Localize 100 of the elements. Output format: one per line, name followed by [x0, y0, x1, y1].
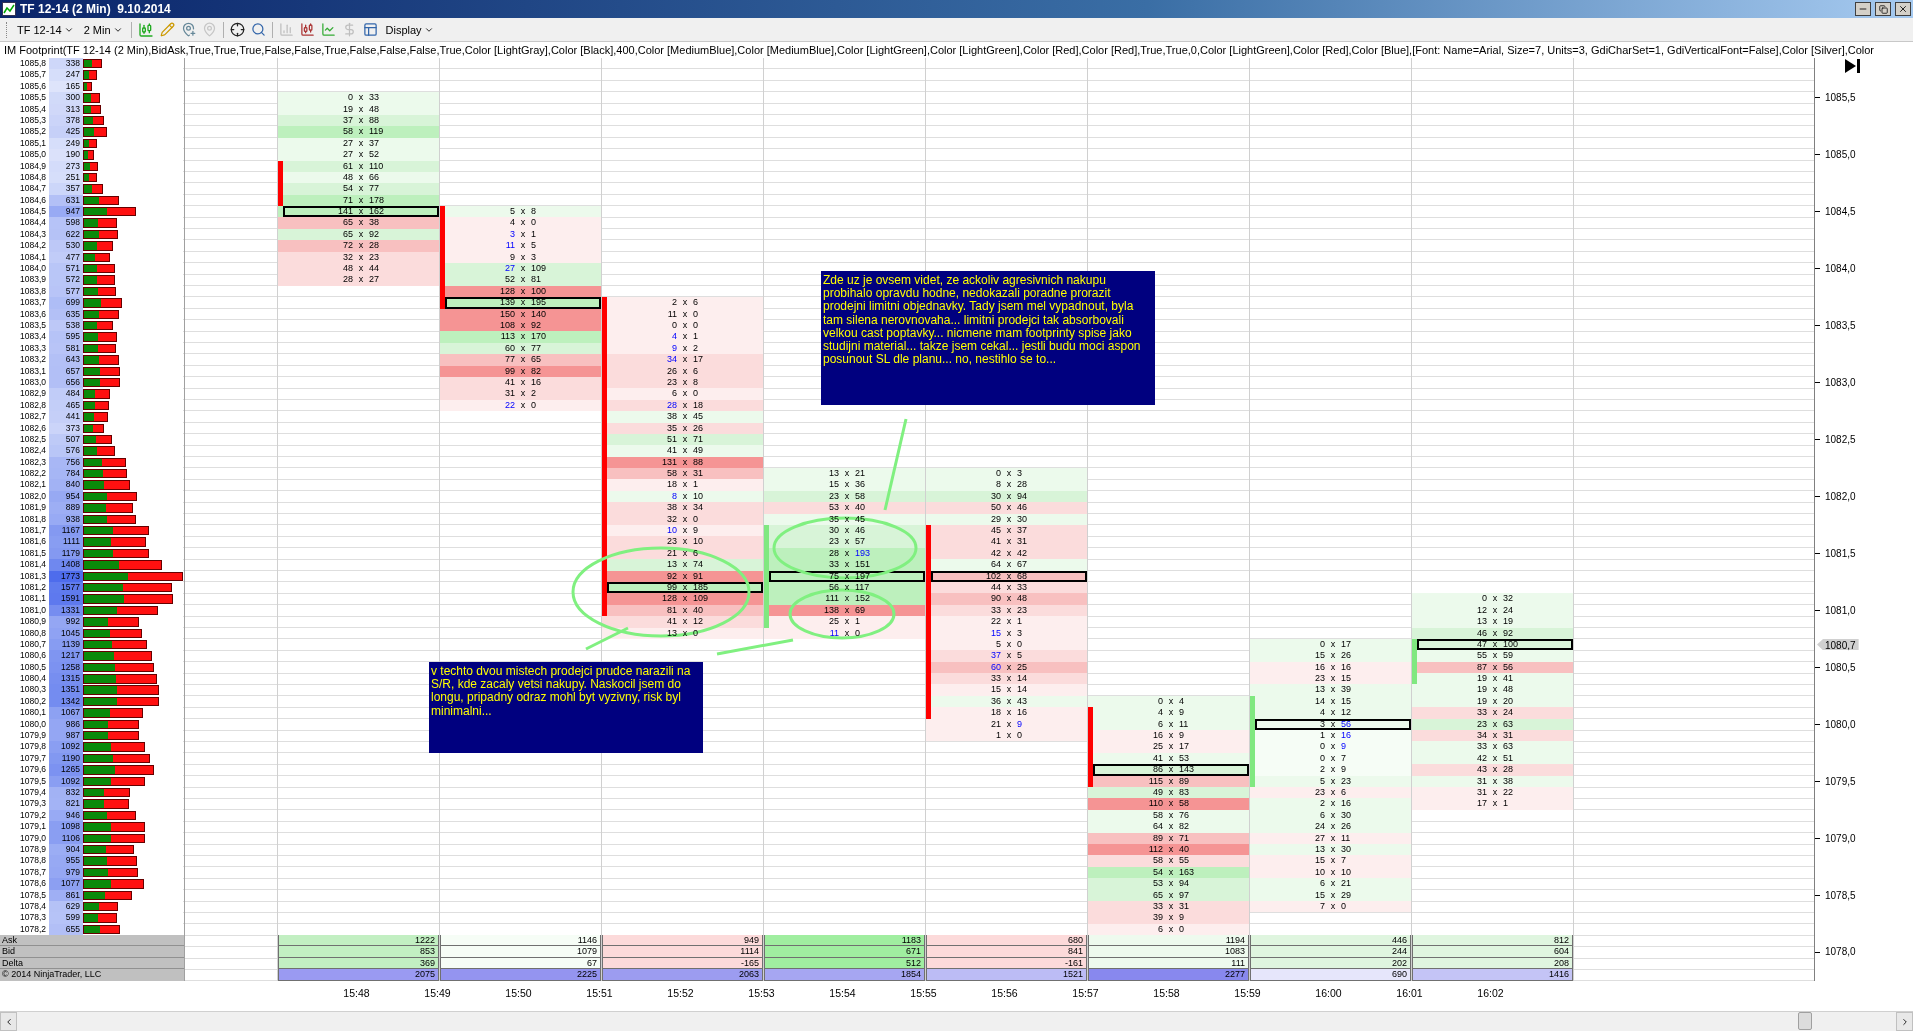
horizontal-scrollbar[interactable] — [0, 1011, 1913, 1032]
footprint-cell: 53 x 40 — [764, 502, 925, 514]
volume-cell: 1111 — [49, 536, 83, 548]
footprint-cell: 90 x 48 — [926, 593, 1087, 605]
volume-cell: 530 — [49, 240, 83, 252]
price-label: 1083,2 — [0, 354, 49, 366]
footprint-cell: 19 x 48 — [1412, 684, 1573, 696]
volume-cell: 1167 — [49, 525, 83, 537]
restore-button[interactable] — [1875, 2, 1891, 16]
time-label: 16:01 — [1395, 987, 1424, 1001]
footprint-cell: 1 x 16 — [1250, 730, 1411, 742]
price-label: 1080,9 — [0, 616, 49, 628]
footprint-cell: 54 x 77 — [278, 183, 439, 195]
ask-total-cell: 1222 — [278, 935, 439, 947]
footprint-cell: 48 x 44 — [278, 263, 439, 275]
time-label: 15:50 — [504, 987, 533, 1001]
row-label: Ask — [0, 935, 184, 947]
footprint-cell: 34 x 17 — [602, 354, 763, 366]
footprint-cell: 16 x 9 — [1088, 730, 1249, 742]
footprint-cell: 0 x 3 — [926, 468, 1087, 480]
footprint-cell: 0 x 32 — [1412, 593, 1573, 605]
minimize-button[interactable] — [1855, 2, 1871, 16]
footprint-cell: 0 x 9 — [1250, 741, 1411, 753]
time-label: 15:53 — [747, 987, 776, 1001]
footprint-cell: 13 x 21 — [764, 468, 925, 480]
bar-chart-button[interactable] — [278, 22, 294, 37]
time-label: 15:56 — [990, 987, 1019, 1001]
volume-cell: 313 — [49, 103, 83, 115]
axis-label: 1083,0 — [1815, 376, 1856, 389]
marker-button[interactable] — [201, 22, 217, 37]
chart-icon — [2, 2, 16, 16]
close-button[interactable] — [1895, 2, 1911, 16]
price-label: 1082,7 — [0, 411, 49, 423]
volume-cell: 338 — [49, 58, 83, 70]
crosshair-icon — [229, 22, 245, 37]
pencil-icon — [159, 22, 175, 37]
candle-chart-button[interactable] — [299, 22, 315, 37]
axis-label: 1083,5 — [1815, 320, 1856, 332]
candlestick-icon — [137, 21, 154, 38]
price-label: 1085,7 — [0, 69, 49, 81]
crosshair-button[interactable] — [229, 22, 245, 37]
window-title: TF 12-14 (2 Min) 9.10.2014 — [20, 2, 172, 16]
footprint-cell: 23 x 10 — [602, 536, 763, 548]
price-label: 1079,4 — [0, 787, 49, 799]
axis-label: 1081,0 — [1815, 604, 1856, 617]
window-icon — [362, 22, 378, 37]
search-icon — [250, 22, 266, 37]
bid-total-cell: 853 — [278, 946, 439, 958]
axis-label: 1081,5 — [1815, 547, 1856, 560]
price-label: 1081,6 — [0, 536, 49, 548]
volume-total-cell: 2277 — [1088, 969, 1249, 981]
price-label: 1082,6 — [0, 422, 49, 434]
display-dropdown[interactable]: Display — [383, 23, 436, 36]
price-label: 1080,8 — [0, 627, 49, 639]
bid-total-cell: 1083 — [1088, 946, 1249, 958]
chart-style-button[interactable] — [137, 21, 154, 38]
indicator-button[interactable] — [320, 22, 336, 37]
axis-label: 1079,5 — [1815, 775, 1856, 787]
footprint-cell: 25 x 1 — [764, 616, 925, 628]
volume-cell: 1045 — [49, 627, 83, 639]
footprint-cell: 2 x 9 — [1250, 764, 1411, 776]
footprint-cell: 64 x 67 — [926, 559, 1087, 571]
row-label: Bid — [0, 946, 184, 958]
footprint-cell: 6 x 21 — [1250, 878, 1411, 890]
price-label: 1085,8 — [0, 58, 49, 70]
footprint-cell: 65 x 97 — [1088, 889, 1249, 901]
axis-label: 1079,0 — [1815, 832, 1856, 844]
footprint-cell: 25 x 17 — [1088, 741, 1249, 753]
interval-dropdown[interactable]: 2 Min — [81, 23, 125, 36]
footprint-cell: 65 x 38 — [278, 217, 439, 229]
footprint-cell: 58 x 55 — [1088, 855, 1249, 867]
instrument-dropdown[interactable]: TF 12-14 — [15, 23, 76, 36]
footprint-cell: 5 x 8 — [440, 206, 601, 218]
price-label: 1081,1 — [0, 593, 49, 605]
scroll-right-button[interactable] — [1896, 1012, 1913, 1032]
footprint-cell: 26 x 6 — [602, 365, 763, 377]
drawing-tool-button[interactable] — [159, 22, 175, 37]
scrollbar-thumb[interactable] — [1798, 1012, 1812, 1031]
volume-cell: 821 — [49, 798, 83, 810]
copyright-text: © 2014 NinjaTrader, LLC — [0, 969, 184, 981]
price-label: 1083,4 — [0, 331, 49, 343]
price-label: 1083,9 — [0, 274, 49, 286]
skip-to-end-icon[interactable] — [1843, 58, 1861, 74]
footprint-cell: 89 x 71 — [1088, 832, 1249, 844]
footprint-cell: 33 x 14 — [926, 673, 1087, 685]
properties-button[interactable] — [362, 22, 378, 37]
scroll-left-button[interactable] — [0, 1012, 17, 1032]
volume-total-cell: 690 — [1250, 969, 1411, 981]
footprint-cell: 1 x 0 — [926, 730, 1087, 742]
volume-cell: 832 — [49, 787, 83, 799]
ask-total-cell: 680 — [926, 935, 1087, 947]
footprint-cell: 46 x 92 — [1412, 627, 1573, 639]
zoom-button[interactable] — [250, 22, 266, 37]
footprint-cell: 150 x 140 — [440, 308, 601, 320]
footprint-cell: 141 x 162 — [278, 206, 439, 218]
add-marker-button[interactable] — [180, 22, 196, 37]
footprint-cell: 18 x 1 — [602, 479, 763, 491]
volume-cell: 1591 — [49, 593, 83, 605]
volume-cell: 889 — [49, 502, 83, 514]
price-label: 1084,9 — [0, 160, 49, 172]
